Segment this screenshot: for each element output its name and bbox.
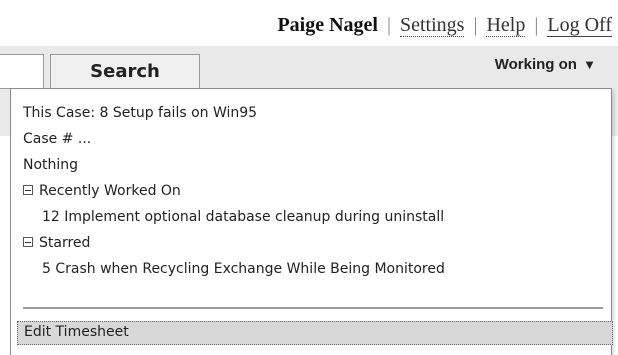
separator: | — [386, 14, 391, 36]
logoff-link[interactable]: Log Off — [547, 14, 612, 37]
user-bar: Paige Nagel | Settings | Help | Log Off — [277, 14, 612, 37]
help-link[interactable]: Help — [486, 14, 526, 37]
menu-item-starred-case[interactable]: 5 Crash when Recycling Exchange While Be… — [42, 261, 445, 277]
menu-item-case-number[interactable]: Case # ... — [23, 131, 91, 147]
recently-worked-on-header[interactable]: Recently Worked On — [23, 183, 181, 199]
section-label: Recently Worked On — [39, 183, 181, 199]
menu-item-this-case[interactable]: This Case: 8 Setup fails on Win95 — [23, 105, 257, 121]
dropdown-arrow-icon: ▼ — [583, 57, 596, 72]
separator: | — [473, 14, 478, 36]
working-on-menu-button[interactable]: Working on ▼ — [495, 56, 596, 73]
working-on-label: Working on — [494, 56, 577, 73]
user-name: Paige Nagel — [277, 14, 378, 36]
menu-item-recent-case[interactable]: 12 Implement optional database cleanup d… — [42, 209, 444, 225]
separator: | — [534, 14, 539, 36]
edit-timesheet-item[interactable]: Edit Timesheet — [17, 321, 613, 345]
menu-divider — [23, 307, 603, 309]
section-label: Starred — [39, 235, 91, 251]
collapse-icon[interactable] — [23, 237, 33, 247]
working-on-dropdown: This Case: 8 Setup fails on Win95 Case #… — [10, 88, 613, 355]
starred-header[interactable]: Starred — [23, 235, 90, 251]
search-button[interactable]: Search — [50, 54, 200, 90]
settings-link[interactable]: Settings — [400, 14, 465, 37]
menu-item-nothing[interactable]: Nothing — [23, 157, 78, 173]
collapse-icon[interactable] — [23, 185, 33, 195]
edit-timesheet-label: Edit Timesheet — [24, 324, 129, 340]
search-input[interactable] — [0, 54, 44, 89]
